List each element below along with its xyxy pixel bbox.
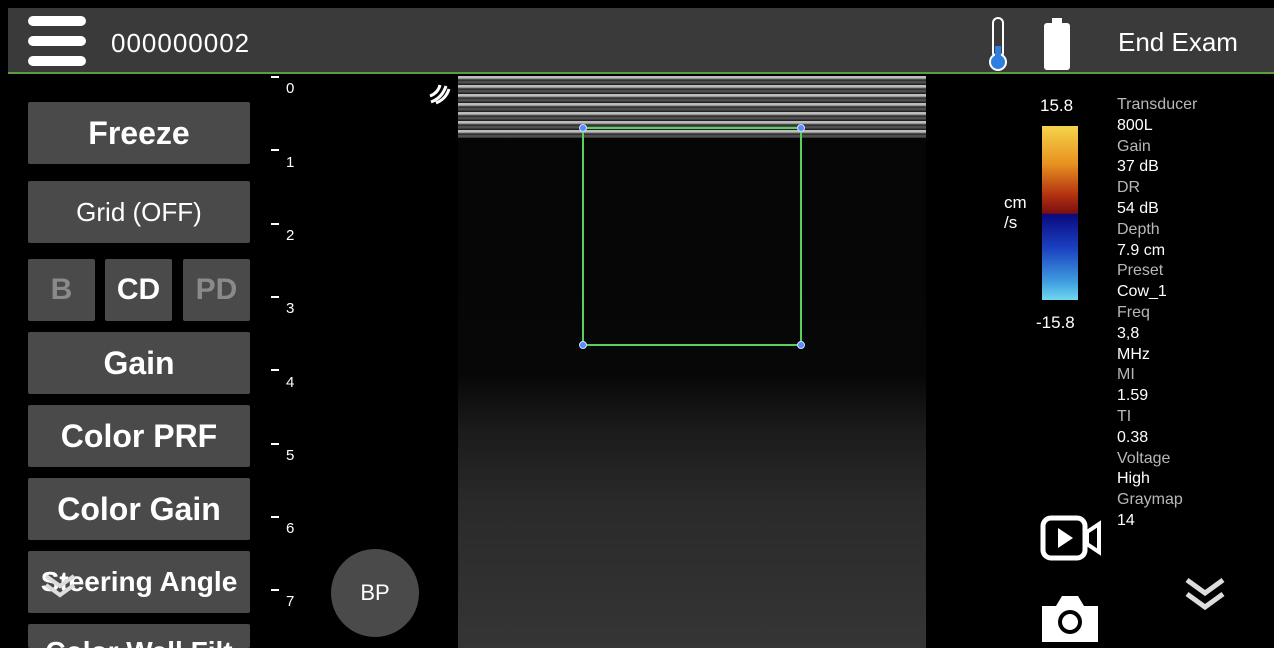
- velocity-unit: cm /s: [1004, 193, 1027, 233]
- param-key: Preset: [1117, 262, 1164, 280]
- depth-label: 5: [286, 447, 295, 464]
- param-key: Graymap: [1117, 491, 1183, 509]
- param-key: Transducer: [1117, 96, 1198, 113]
- roi-handle[interactable]: [579, 341, 587, 349]
- color-roi-box[interactable]: [579, 124, 805, 349]
- unit-line: cm: [1004, 193, 1027, 212]
- chevron-down-icon[interactable]: [1182, 575, 1228, 615]
- param-key: Depth: [1117, 220, 1160, 238]
- color-scale-min: -15.8: [1036, 313, 1075, 332]
- chevron-down-icon[interactable]: [40, 570, 80, 600]
- color-prf-button[interactable]: Color PRF: [28, 405, 250, 467]
- color-scale-max: 15.8: [1040, 96, 1074, 115]
- camera-icon[interactable]: [1040, 592, 1100, 644]
- param-value: 3,8: [1117, 324, 1140, 342]
- param-key: Gain: [1117, 137, 1151, 155]
- mode-cd-button[interactable]: CD: [105, 259, 172, 321]
- end-exam-button[interactable]: End Exam: [1118, 27, 1238, 58]
- param-value: MHz: [1117, 345, 1150, 363]
- param-key: Voltage: [1117, 449, 1171, 467]
- video-record-icon[interactable]: [1040, 515, 1102, 561]
- roi-handle[interactable]: [797, 124, 805, 132]
- param-value: High: [1117, 470, 1150, 488]
- color-gain-button[interactable]: Color Gain: [28, 478, 250, 540]
- param-key: DR: [1117, 179, 1141, 197]
- param-value: 14: [1117, 511, 1135, 529]
- probe-orientation-icon: [429, 84, 451, 105]
- param-key: TI: [1117, 407, 1132, 425]
- depth-label: 4: [286, 374, 295, 391]
- param-key: MI: [1117, 366, 1135, 384]
- depth-label: 3: [286, 300, 295, 317]
- mode-b-button[interactable]: B: [28, 259, 95, 321]
- param-value: 37 dB: [1117, 158, 1159, 176]
- param-value: Cow_1: [1117, 283, 1167, 301]
- param-value: 0.38: [1117, 428, 1149, 446]
- roi-handle[interactable]: [797, 341, 805, 349]
- mode-pd-button[interactable]: PD: [183, 259, 250, 321]
- depth-label: 6: [286, 520, 295, 537]
- hamburger-menu-icon[interactable]: [28, 16, 86, 66]
- color-velocity-bar: [1042, 126, 1078, 300]
- patient-id: 000000002: [111, 28, 251, 58]
- imaging-parameters: Transducer 800L Gain 37 dB DR 54 dB Dept…: [1117, 95, 1247, 532]
- bp-button[interactable]: BP: [331, 549, 419, 637]
- param-value: 54 dB: [1117, 199, 1159, 217]
- grid-toggle-button[interactable]: Grid (OFF): [28, 181, 250, 243]
- param-value: 800L: [1117, 116, 1153, 134]
- thermometer-icon: [989, 17, 1007, 71]
- color-wall-filter-button[interactable]: Color Wall Filt: [28, 624, 250, 648]
- param-value: 7.9 cm: [1117, 241, 1166, 259]
- roi-handle[interactable]: [579, 124, 587, 132]
- top-bar: 000000002 End Exam: [8, 8, 1274, 74]
- depth-label: 2: [286, 227, 295, 244]
- depth-ruler: 0 1 2 3 4 5 6 7: [268, 76, 308, 648]
- freeze-button[interactable]: Freeze: [28, 102, 250, 164]
- gain-button[interactable]: Gain: [28, 332, 250, 394]
- depth-label: 0: [286, 80, 295, 97]
- param-key: Freq: [1117, 303, 1150, 321]
- depth-label: 7: [286, 593, 295, 610]
- param-value: 1.59: [1117, 387, 1149, 405]
- unit-line: /s: [1004, 213, 1018, 232]
- depth-label: 1: [286, 154, 295, 171]
- battery-icon: [1044, 18, 1070, 70]
